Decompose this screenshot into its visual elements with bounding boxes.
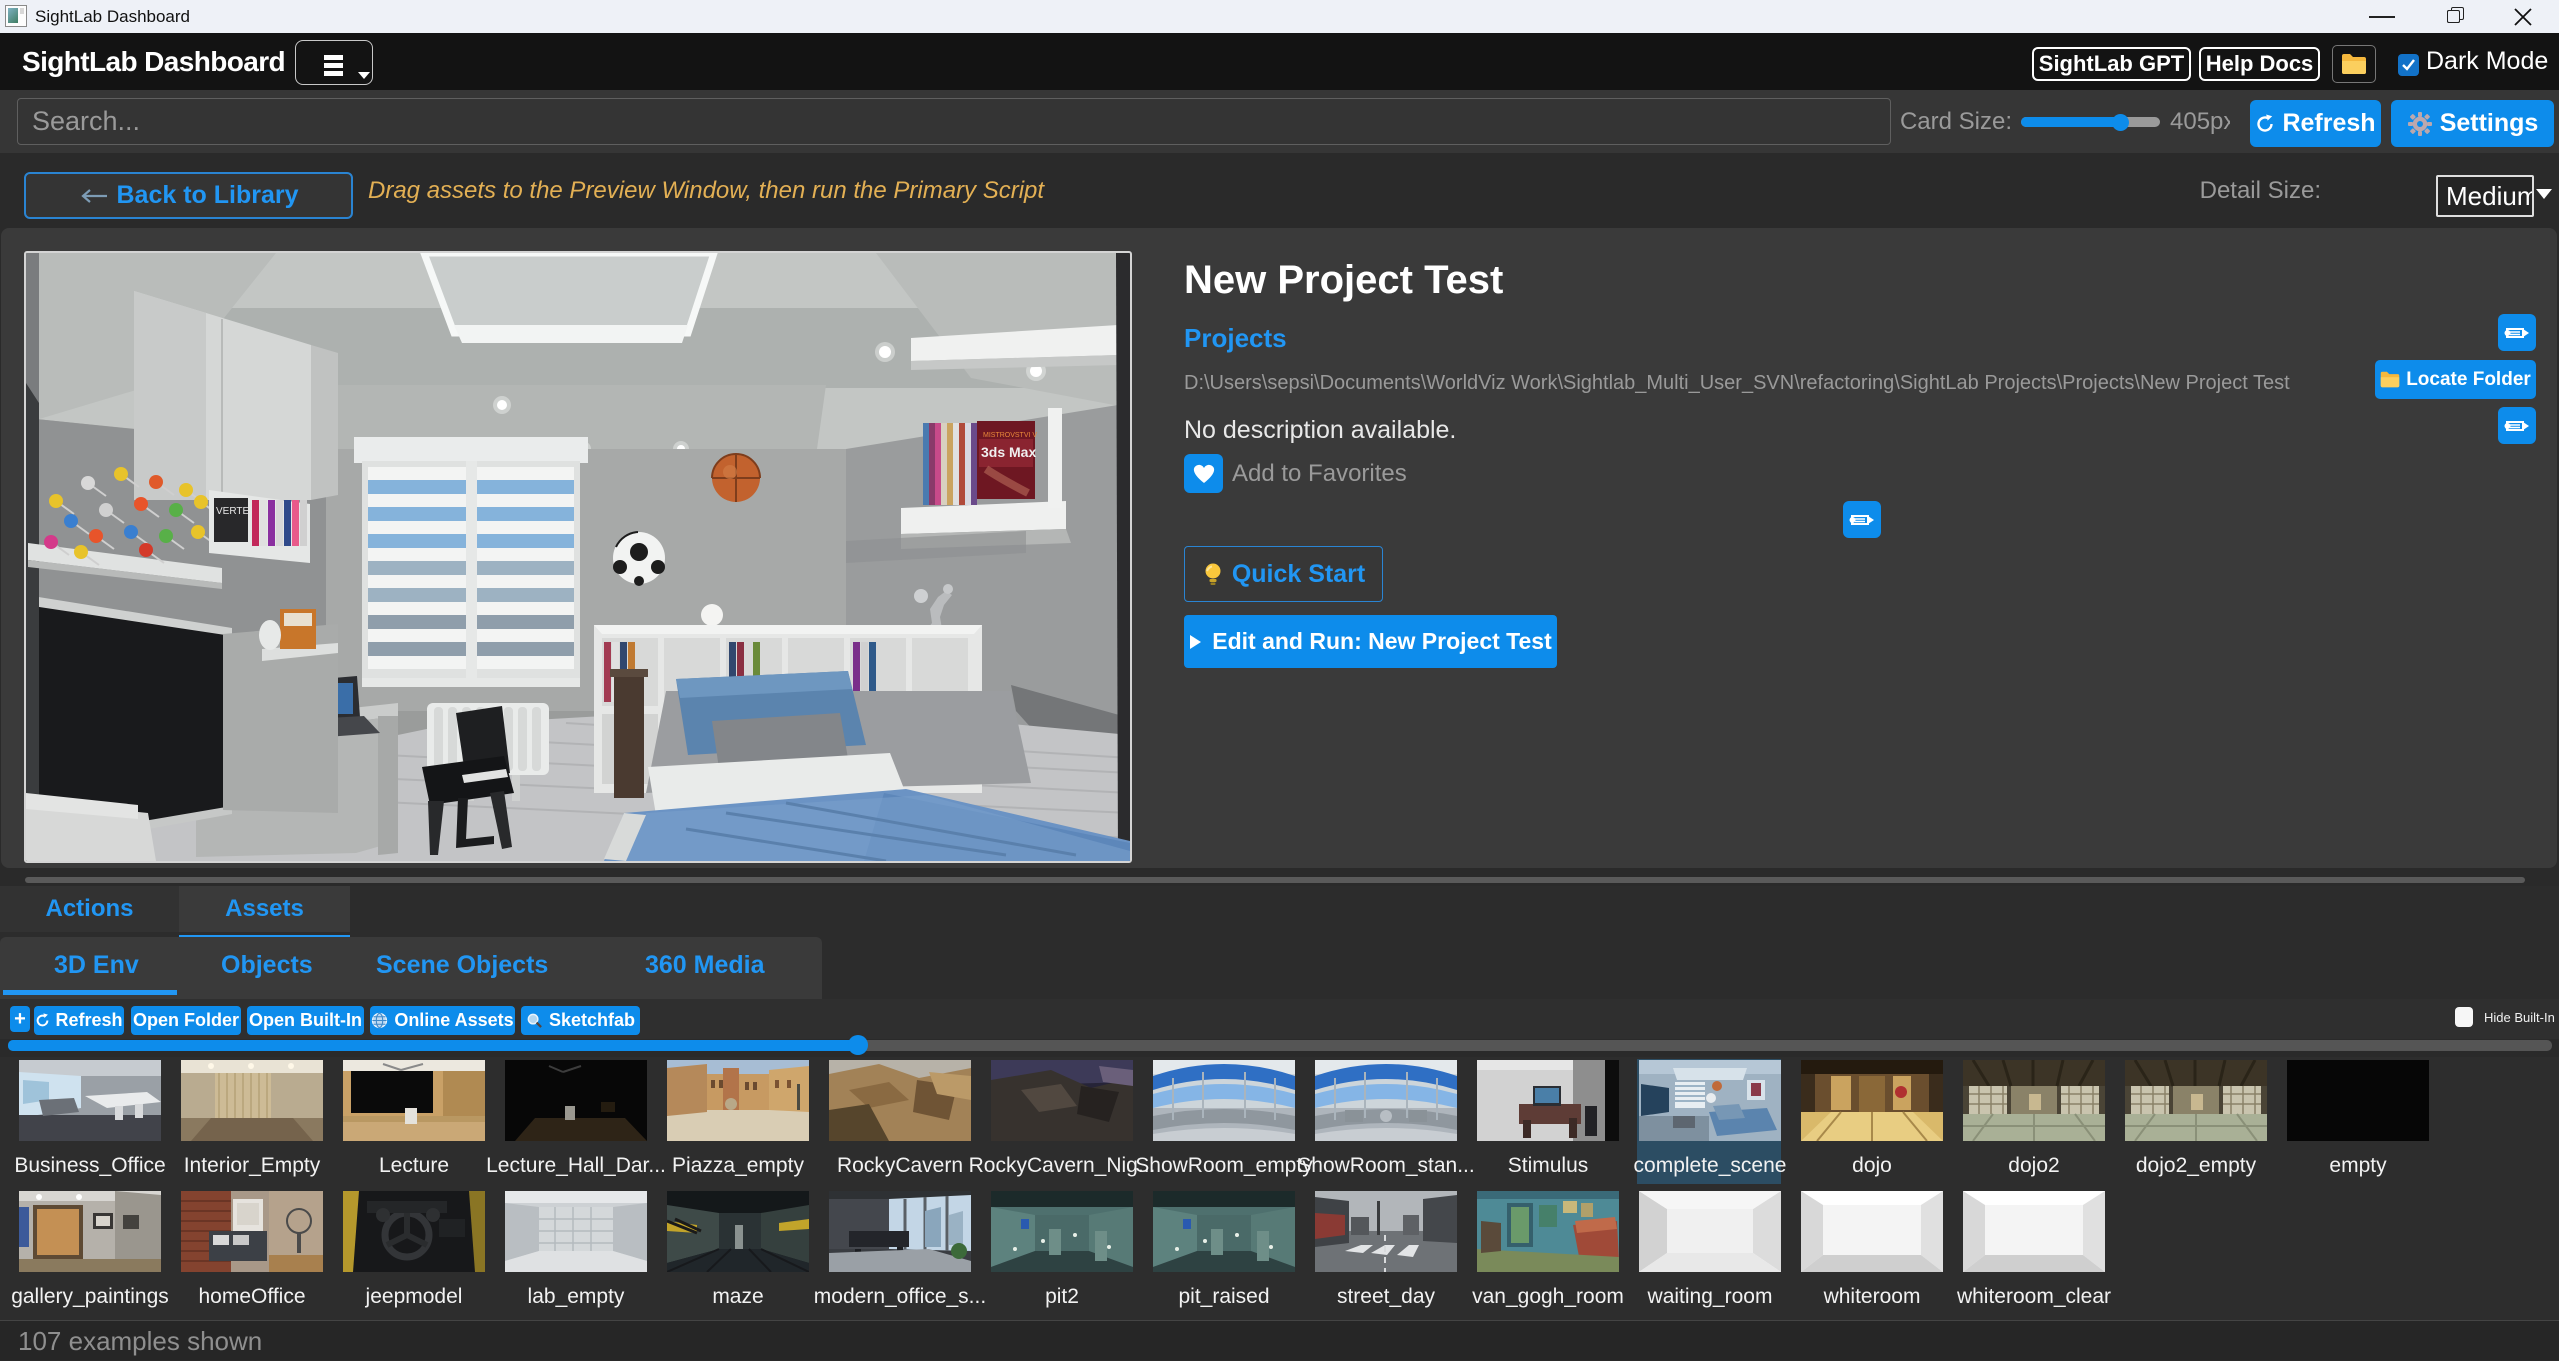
svg-text:VERTEX: VERTEX: [216, 506, 256, 517]
svg-text:3ds Max: 3ds Max: [981, 444, 1036, 460]
svg-text:MISTROVSTVI V: MISTROVSTVI V: [983, 432, 1037, 439]
